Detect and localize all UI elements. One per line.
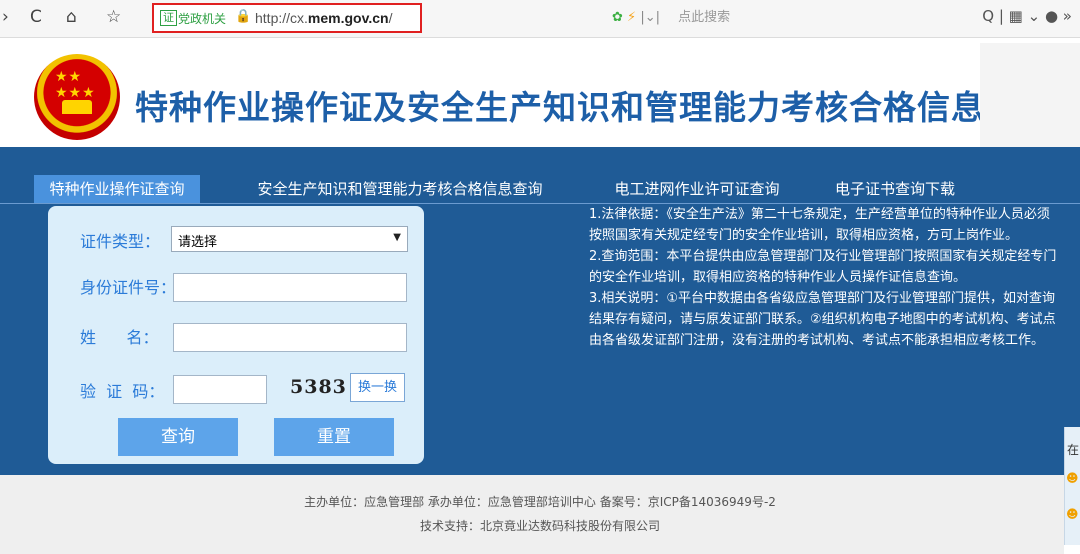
tab-special-operation-query[interactable]: 特种作业操作证查询 bbox=[34, 175, 200, 203]
refresh-circle-icon[interactable]: ✿ bbox=[612, 10, 623, 25]
info-paragraph: 3.相关说明：①平台中数据由各省级应急管理部门及行业管理部门提供，如对查询结果存… bbox=[589, 291, 1056, 348]
online-label: 在 bbox=[1067, 443, 1080, 457]
refresh-icon[interactable]: C bbox=[30, 7, 42, 27]
extension-icons[interactable]: Q | ▦ ⌄ ● » bbox=[982, 7, 1072, 25]
header-right-panel bbox=[980, 43, 1080, 147]
captcha-input[interactable] bbox=[173, 375, 267, 404]
tab-safety-knowledge-query[interactable]: 安全生产知识和管理能力考核合格信息查询 bbox=[250, 175, 550, 203]
id-number-label: 身份证件号： bbox=[80, 278, 177, 297]
home-icon[interactable]: ⌂ bbox=[66, 7, 77, 27]
security-icon[interactable]: 🔒 bbox=[235, 9, 251, 24]
tab-bar: 特种作业操作证查询 安全生产知识和管理能力考核合格信息查询 电工进网作业许可证查… bbox=[0, 175, 1080, 203]
info-paragraph: 2.查询范围：本平台提供由应急管理部门及行业管理部门按照国家有关规定经专门的安全… bbox=[589, 249, 1057, 285]
id-number-input[interactable] bbox=[173, 273, 407, 302]
info-paragraph: 1.法律依据：《安全生产法》第二十七条规定，生产经营单位的特种作业人员必须按照国… bbox=[589, 207, 1050, 243]
verified-badge-icon: 证 bbox=[160, 10, 177, 26]
dropdown-icon[interactable]: |⌄| bbox=[640, 10, 660, 25]
reset-button[interactable]: 重置 bbox=[274, 418, 394, 456]
lightning-icon[interactable]: ⚡ bbox=[627, 10, 636, 25]
search-input[interactable]: 点此搜索 bbox=[678, 10, 730, 25]
page-footer: 主办单位：应急管理部 承办单位：应急管理部培训中心 备案号：京ICP备14036… bbox=[0, 475, 1064, 554]
back-icon[interactable]: › bbox=[2, 7, 9, 27]
captcha-image[interactable]: 5383 bbox=[290, 376, 347, 398]
name-input[interactable] bbox=[173, 323, 407, 352]
id-type-label: 证件类型： bbox=[80, 232, 161, 251]
info-notes: 1.法律依据：《安全生产法》第二十七条规定，生产经营单位的特种作业人员必须按照国… bbox=[589, 204, 1057, 351]
url-text[interactable]: http://cx.mem.gov.cn/ bbox=[255, 10, 392, 26]
national-emblem-icon: ★★ ★★★ bbox=[34, 54, 120, 140]
captcha-label: 验 证 码： bbox=[80, 382, 165, 401]
tab-e-certificate-download[interactable]: 电子证书查询下载 bbox=[812, 175, 978, 203]
address-bar[interactable]: 证 党政机关 🔒 http://cx.mem.gov.cn/ bbox=[152, 3, 422, 33]
tab-electrician-permit-query[interactable]: 电工进网作业许可证查询 bbox=[602, 175, 792, 203]
star-icon[interactable]: ☆ bbox=[106, 7, 121, 27]
query-button[interactable]: 查询 bbox=[118, 418, 238, 456]
browser-toolbar: › C ⌂ ☆ 证 党政机关 🔒 http://cx.mem.gov.cn/ ✿… bbox=[0, 0, 1080, 38]
qq-chat-icon[interactable]: ☻ bbox=[1066, 471, 1079, 485]
main-content: 特种作业操作证查询 安全生产知识和管理能力考核合格信息查询 电工进网作业许可证查… bbox=[0, 147, 1080, 475]
footer-sponsor-info: 主办单位：应急管理部 承办单位：应急管理部培训中心 备案号：京ICP备14036… bbox=[304, 495, 776, 509]
id-type-select[interactable]: 请选择 ▼ bbox=[171, 226, 408, 252]
gov-label: 党政机关 bbox=[178, 12, 227, 26]
refresh-captcha-button[interactable]: 换一换 bbox=[350, 373, 405, 402]
page-title: 特种作业操作证及安全生产知识和管理能力考核合格信息查询平台 bbox=[135, 88, 1080, 127]
name-label: 姓 名： bbox=[80, 328, 159, 347]
query-form: 证件类型： 请选择 ▼ 身份证件号： 姓 名： 验 证 码： 5383 换一换 … bbox=[48, 206, 424, 464]
page-header: ★★ ★★★ 特种作业操作证及安全生产知识和管理能力考核合格信息查询平台 bbox=[0, 39, 1080, 147]
footer-tech-support: 技术支持：北京竟业达数码科技股份有限公司 bbox=[419, 519, 660, 533]
search-area[interactable]: ✿ ⚡ |⌄| 点此搜索 bbox=[612, 6, 730, 25]
chevron-down-icon: ▼ bbox=[393, 232, 401, 243]
